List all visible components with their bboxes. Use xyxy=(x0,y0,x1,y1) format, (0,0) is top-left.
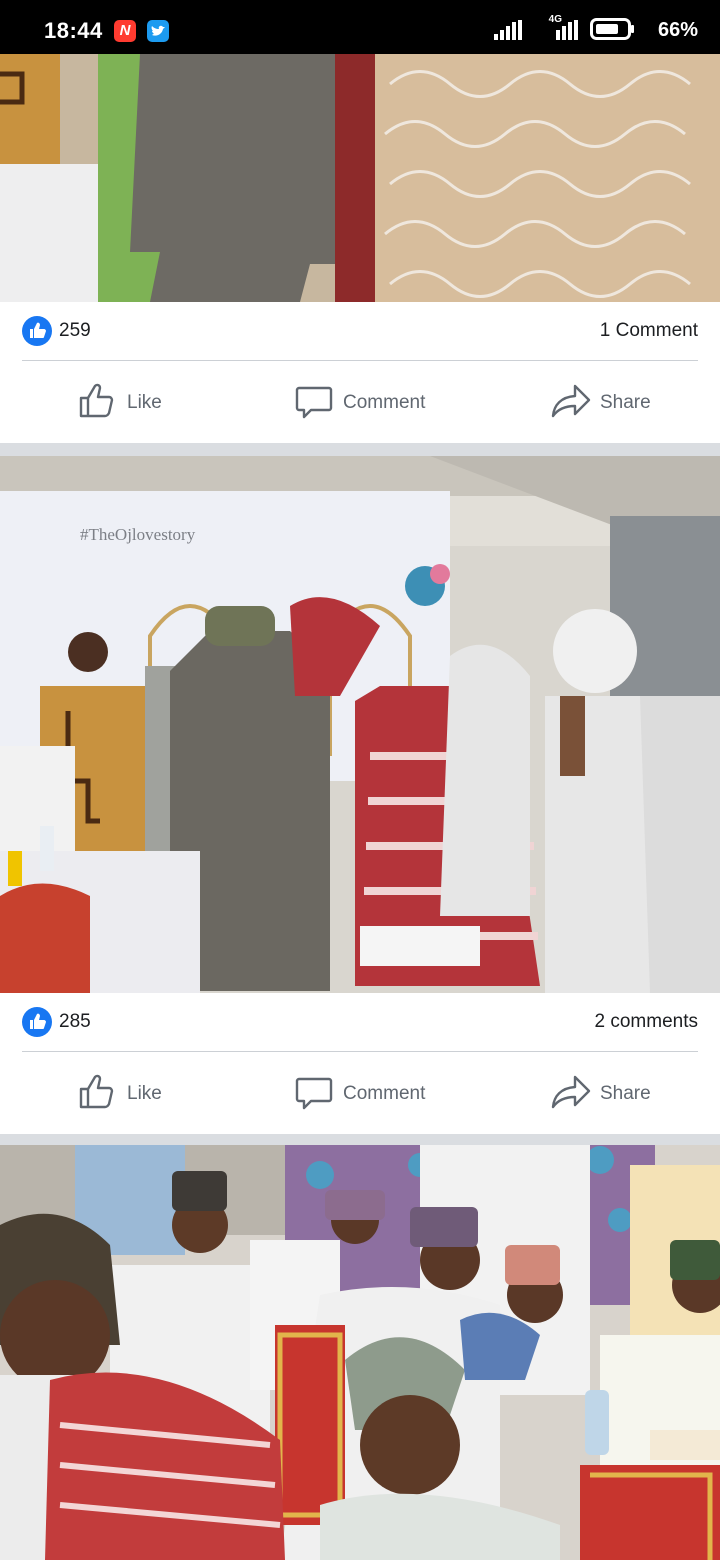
battery-icon xyxy=(590,18,634,40)
comments-count[interactable]: 1 Comment xyxy=(600,320,698,342)
comments-count[interactable]: 2 comments xyxy=(595,1011,698,1033)
signal-icon xyxy=(494,20,522,40)
divider xyxy=(22,360,698,361)
notification-n-icon xyxy=(114,20,136,42)
feed-separator xyxy=(0,443,720,456)
like-count: 259 xyxy=(59,320,91,341)
share-label: Share xyxy=(600,392,651,413)
signal-4g-icon xyxy=(556,20,578,40)
like-button[interactable]: Like xyxy=(78,1073,178,1113)
post-footer: 259 1 Comment Like Comment Share xyxy=(0,302,720,443)
comment-label: Comment xyxy=(343,1083,426,1104)
like-label: Like xyxy=(127,1083,162,1104)
post-photo[interactable] xyxy=(0,54,720,302)
post-photo[interactable] xyxy=(0,1145,720,1560)
share-button[interactable]: Share xyxy=(551,1073,661,1113)
twitter-icon xyxy=(147,20,169,42)
photo-banner-text: #TheOjlovestory xyxy=(80,525,196,544)
share-icon xyxy=(551,1075,591,1109)
thumbs-up-icon xyxy=(79,383,114,418)
status-bar: 18:44 4G 66% xyxy=(0,0,720,54)
share-button[interactable]: Share xyxy=(551,382,661,422)
comment-icon xyxy=(295,1077,333,1110)
post-footer: 285 2 comments Like Comment Share xyxy=(0,993,720,1134)
comment-icon xyxy=(295,386,333,419)
comment-label: Comment xyxy=(343,392,426,413)
comment-button[interactable]: Comment xyxy=(295,1073,435,1113)
like-reaction-icon xyxy=(22,1007,52,1037)
share-icon xyxy=(551,384,591,418)
like-reaction-icon xyxy=(22,316,52,346)
post-photo-image xyxy=(0,1145,720,1560)
post-photo-image xyxy=(0,54,720,302)
post-photo[interactable]: #TheOjlovestory xyxy=(0,456,720,993)
like-count: 285 xyxy=(59,1011,91,1032)
share-label: Share xyxy=(600,1083,651,1104)
like-label: Like xyxy=(127,392,162,413)
status-time: 18:44 xyxy=(44,18,103,43)
comment-button[interactable]: Comment xyxy=(295,382,435,422)
divider xyxy=(22,1051,698,1052)
battery-level: 66% xyxy=(657,19,698,41)
thumbs-up-icon xyxy=(79,1074,114,1109)
like-button[interactable]: Like xyxy=(78,382,178,422)
post-photo-image: #TheOjlovestory xyxy=(0,456,720,993)
